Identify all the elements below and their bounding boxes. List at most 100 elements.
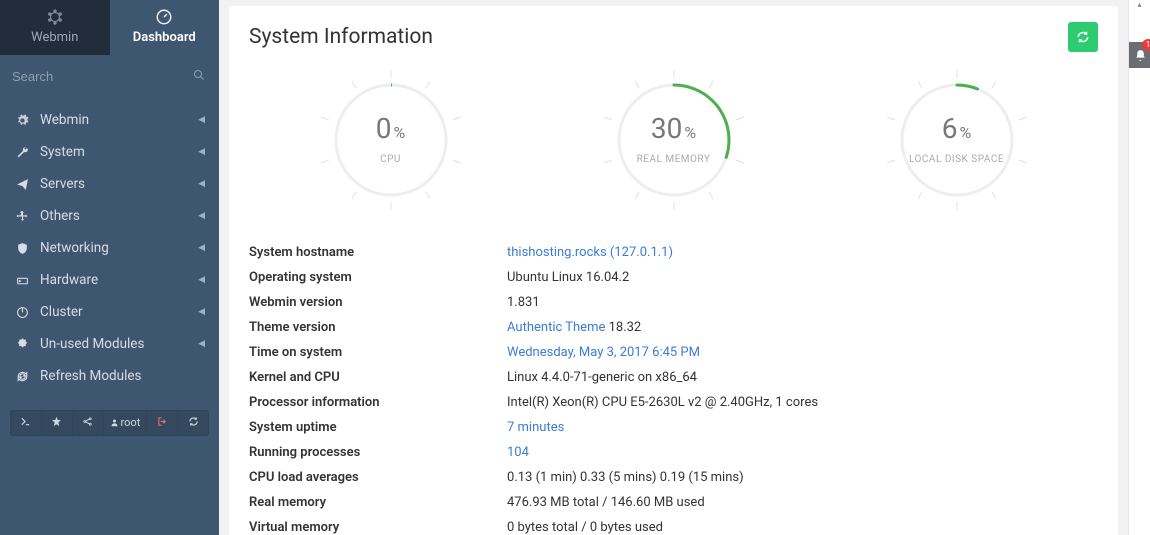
refresh-icon xyxy=(1076,30,1090,44)
caret-left-icon: ◀ xyxy=(198,275,205,285)
system-info-panel: System Information 0% CPU xyxy=(229,6,1118,535)
share-icon xyxy=(82,416,93,427)
info-value: 476.93 MB total / 146.60 MB used xyxy=(507,495,1098,510)
info-table: System hostnamethishosting.rocks (127.0.… xyxy=(249,240,1098,535)
nav-item-hardware[interactable]: Hardware ◀ xyxy=(0,264,219,296)
nav-label: Un-used Modules xyxy=(40,336,144,352)
refresh-icon xyxy=(14,370,30,383)
nav-item-webmin[interactable]: Webmin ◀ xyxy=(0,104,219,136)
nav-item-refresh-modules[interactable]: Refresh Modules xyxy=(0,360,219,392)
gauge-disk-label: LOCAL DISK SPACE xyxy=(827,154,1087,165)
gauge-disk: 6% LOCAL DISK SPACE xyxy=(827,70,1087,210)
info-label: Time on system xyxy=(249,345,507,360)
info-label: Virtual memory xyxy=(249,520,507,535)
nav-item-servers[interactable]: Servers ◀ xyxy=(0,168,219,200)
caret-left-icon: ◀ xyxy=(198,307,205,317)
info-label: Operating system xyxy=(249,270,507,285)
info-label: Processor information xyxy=(249,395,507,410)
procs-link[interactable]: 104 xyxy=(507,445,529,460)
hdd-icon xyxy=(14,274,30,287)
time-link[interactable]: Wednesday, May 3, 2017 6:45 PM xyxy=(507,345,700,360)
shield-icon xyxy=(14,242,30,255)
gauges: 0% CPU 30% REAL MEMORY xyxy=(249,70,1098,210)
star-icon xyxy=(51,416,62,427)
dashboard-icon xyxy=(155,8,173,26)
refresh-button[interactable] xyxy=(1068,22,1098,52)
gauge-mem-label: REAL MEMORY xyxy=(544,154,804,165)
favorites-button[interactable] xyxy=(42,411,73,435)
sidebar: Webmin Dashboard Webmin ◀ System ◀ xyxy=(0,0,219,535)
page-title: System Information xyxy=(249,25,433,49)
nav-label: Cluster xyxy=(40,304,83,320)
info-label: Kernel and CPU xyxy=(249,370,507,385)
webmin-logo-icon xyxy=(44,8,66,26)
info-label: Real memory xyxy=(249,495,507,510)
nav: Webmin ◀ System ◀ Servers ◀ Others ◀ Net… xyxy=(0,98,219,392)
nav-item-networking[interactable]: Networking ◀ xyxy=(0,232,219,264)
notifications-button[interactable]: 1 xyxy=(1129,42,1150,68)
info-value: Intel(R) Xeon(R) CPU E5-2630L v2 @ 2.40G… xyxy=(507,395,1098,410)
theme-version: 18.32 xyxy=(605,320,641,335)
nav-label: Refresh Modules xyxy=(40,368,141,384)
info-label: Webmin version xyxy=(249,295,507,310)
theme-link[interactable]: Authentic Theme xyxy=(507,320,605,335)
terminal-button[interactable] xyxy=(11,411,42,435)
info-label: Theme version xyxy=(249,320,507,335)
caret-left-icon: ◀ xyxy=(198,147,205,157)
nav-label: Networking xyxy=(40,240,109,256)
scroll-up-icon[interactable]: ▴ xyxy=(1129,0,1150,14)
bottom-toolbar: root xyxy=(10,410,209,436)
power-icon xyxy=(14,306,30,319)
gauge-disk-value: 6 xyxy=(942,112,958,145)
reload-icon xyxy=(188,416,199,427)
uptime-link[interactable]: 7 minutes xyxy=(507,420,564,435)
search-input[interactable] xyxy=(10,63,209,90)
wrench-icon xyxy=(14,146,30,159)
nav-label: Hardware xyxy=(40,272,98,288)
nav-label: Webmin xyxy=(40,112,89,128)
caret-left-icon: ◀ xyxy=(198,115,205,125)
right-rail: ▴ 1 xyxy=(1128,0,1150,535)
tabs: Webmin Dashboard xyxy=(0,0,219,55)
user-name: root xyxy=(121,416,141,429)
gauge-mem-value: 30 xyxy=(651,112,682,145)
gauge-cpu: 0% CPU xyxy=(261,70,521,210)
info-value: 0.13 (1 min) 0.33 (5 mins) 0.19 (15 mins… xyxy=(507,470,1098,485)
caret-left-icon: ◀ xyxy=(198,211,205,221)
caret-left-icon: ◀ xyxy=(198,339,205,349)
nav-label: Servers xyxy=(40,176,85,192)
paper-plane-icon xyxy=(14,178,30,191)
gauge-memory: 30% REAL MEMORY xyxy=(544,70,804,210)
search-wrap xyxy=(0,55,219,98)
info-value: 1.831 xyxy=(507,295,1098,310)
tab-webmin-label: Webmin xyxy=(31,30,78,45)
tab-dashboard-label: Dashboard xyxy=(133,30,196,45)
gauge-cpu-value: 0 xyxy=(376,112,392,145)
caret-left-icon: ◀ xyxy=(198,179,205,189)
info-value: Linux 4.4.0-71-generic on x86_64 xyxy=(507,370,1098,385)
logout-button[interactable] xyxy=(147,411,178,435)
nav-item-cluster[interactable]: Cluster ◀ xyxy=(0,296,219,328)
nav-item-others[interactable]: Others ◀ xyxy=(0,200,219,232)
gear-icon xyxy=(14,114,30,127)
nav-item-unused[interactable]: Un-used Modules ◀ xyxy=(0,328,219,360)
caret-left-icon: ◀ xyxy=(198,243,205,253)
reload-button[interactable] xyxy=(178,411,208,435)
tab-dashboard[interactable]: Dashboard xyxy=(110,0,220,55)
info-label: System uptime xyxy=(249,420,507,435)
info-value: 0 bytes total / 0 bytes used xyxy=(507,520,1098,535)
notification-badge: 1 xyxy=(1142,39,1150,51)
main-content[interactable]: System Information 0% CPU xyxy=(219,0,1128,535)
hostname-link[interactable]: thishosting.rocks (127.0.1.1) xyxy=(507,245,673,260)
puzzle-icon xyxy=(14,338,30,351)
nav-item-system[interactable]: System ◀ xyxy=(0,136,219,168)
arrows-icon xyxy=(14,210,30,223)
nav-label: Others xyxy=(40,208,80,224)
network-button[interactable] xyxy=(73,411,104,435)
gauge-cpu-label: CPU xyxy=(261,154,521,165)
user-icon xyxy=(110,418,119,427)
info-label: CPU load averages xyxy=(249,470,507,485)
user-button[interactable]: root xyxy=(104,411,148,435)
search-icon xyxy=(193,69,205,81)
tab-webmin[interactable]: Webmin xyxy=(0,0,110,55)
